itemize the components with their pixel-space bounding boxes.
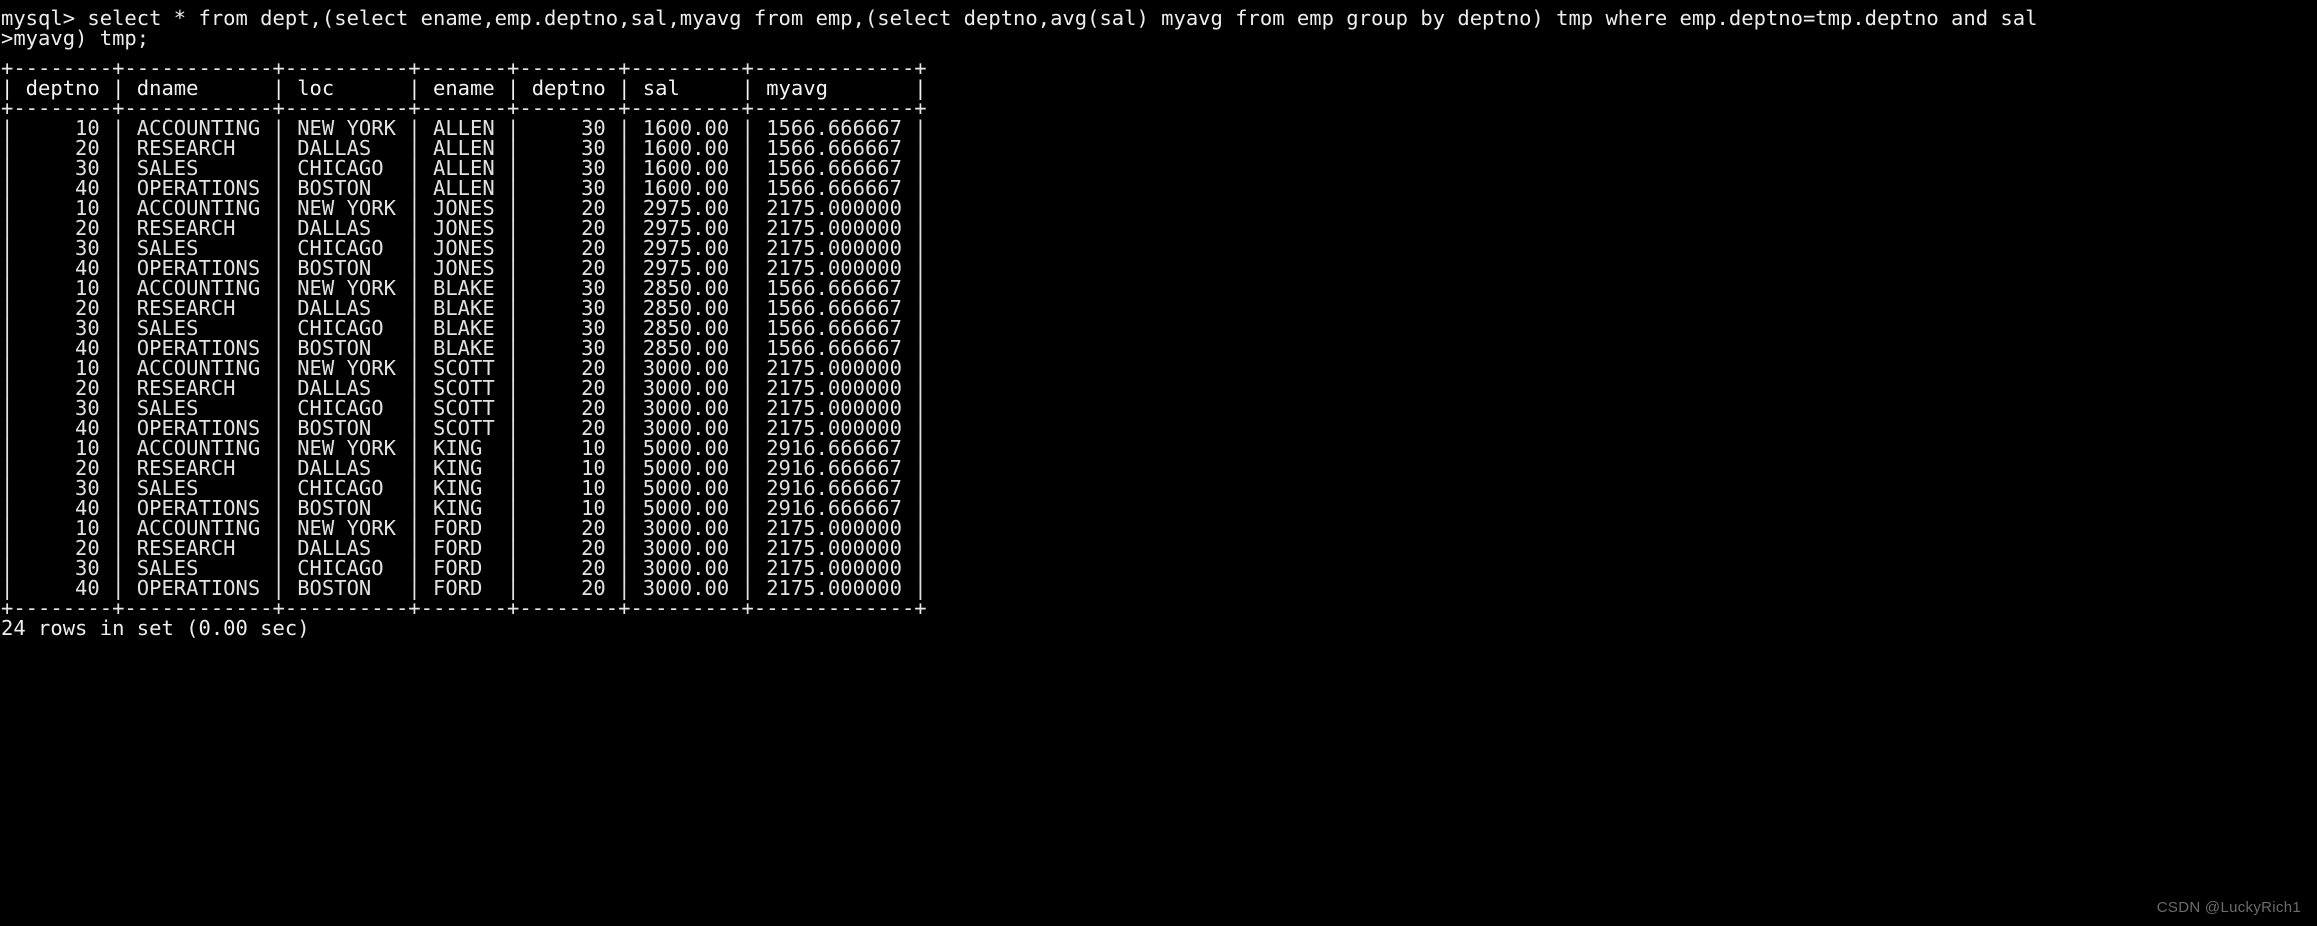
table-row: | 10 | ACCOUNTING | NEW YORK | SCOTT | 2… — [1, 356, 927, 380]
table-row: | 40 | OPERATIONS | BOSTON | SCOTT | 20 … — [1, 416, 927, 440]
table-body: | 10 | ACCOUNTING | NEW YORK | ALLEN | 3… — [0, 116, 2317, 600]
table-bottom-border: +--------+------------+----------+------… — [1, 596, 927, 620]
table-row: | 20 | RESEARCH | DALLAS | KING | 10 | 5… — [1, 456, 927, 480]
table-row: | 20 | RESEARCH | DALLAS | ALLEN | 30 | … — [1, 136, 927, 160]
table-row: | 20 | RESEARCH | DALLAS | JONES | 20 | … — [1, 216, 927, 240]
table-row: | 30 | SALES | CHICAGO | KING | 10 | 500… — [1, 476, 927, 500]
table-row: | 30 | SALES | CHICAGO | FORD | 20 | 300… — [1, 556, 927, 580]
table-header-border: +--------+------------+----------+------… — [1, 96, 927, 120]
table-row: | 20 | RESEARCH | DALLAS | FORD | 20 | 3… — [1, 536, 927, 560]
table-row: | 10 | ACCOUNTING | NEW YORK | BLAKE | 3… — [1, 276, 927, 300]
terminal-window[interactable]: mysql> select * from dept,(select ename,… — [0, 0, 2317, 926]
table-row: | 30 | SALES | CHICAGO | BLAKE | 30 | 28… — [1, 316, 927, 340]
table-row: | 40 | OPERATIONS | BOSTON | ALLEN | 30 … — [1, 176, 927, 200]
table-top-border: +--------+------------+----------+------… — [1, 56, 927, 80]
table-row: | 40 | OPERATIONS | BOSTON | KING | 10 |… — [1, 496, 927, 520]
watermark: CSDN @LuckyRich1 — [2156, 899, 2301, 916]
table-header-row: | deptno | dname | loc | ename | deptno … — [1, 76, 927, 100]
table-row: | 40 | OPERATIONS | BOSTON | BLAKE | 30 … — [1, 336, 927, 360]
table-row: | 10 | ACCOUNTING | NEW YORK | KING | 10… — [1, 436, 927, 460]
table-row: | 40 | OPERATIONS | BOSTON | JONES | 20 … — [1, 256, 927, 280]
table-row: | 10 | ACCOUNTING | NEW YORK | ALLEN | 3… — [1, 116, 927, 140]
table-row: | 30 | SALES | CHICAGO | ALLEN | 30 | 16… — [1, 156, 927, 180]
table-row: | 30 | SALES | CHICAGO | SCOTT | 20 | 30… — [1, 396, 927, 420]
table-row: | 40 | OPERATIONS | BOSTON | FORD | 20 |… — [1, 576, 927, 600]
query-line-1: mysql> select * from dept,(select ename,… — [1, 6, 2038, 30]
table-row: | 20 | RESEARCH | DALLAS | BLAKE | 30 | … — [1, 296, 927, 320]
query-line-2: >myavg) tmp; — [1, 26, 150, 50]
table-row: | 10 | ACCOUNTING | NEW YORK | JONES | 2… — [1, 196, 927, 220]
table-row: | 10 | ACCOUNTING | NEW YORK | FORD | 20… — [1, 516, 927, 540]
status-line: 24 rows in set (0.00 sec) — [1, 616, 310, 640]
table-row: | 20 | RESEARCH | DALLAS | SCOTT | 20 | … — [1, 376, 927, 400]
table-row: | 30 | SALES | CHICAGO | JONES | 20 | 29… — [1, 236, 927, 260]
